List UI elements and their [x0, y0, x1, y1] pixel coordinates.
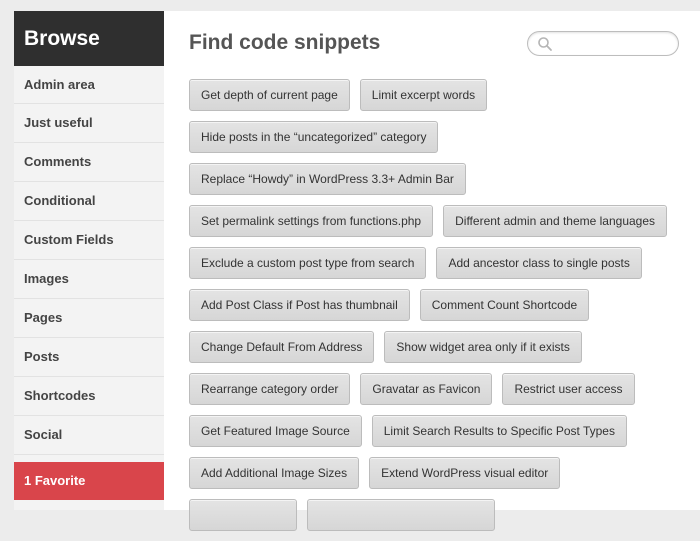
snippet-row: Add Post Class if Post has thumbnail Com…: [189, 289, 689, 321]
snippet-tag[interactable]: Add Additional Image Sizes: [189, 457, 360, 489]
snippet-row: Replace “Howdy” in WordPress 3.3+ Admin …: [189, 163, 689, 195]
snippet-tag[interactable]: Change Default From Address: [189, 331, 375, 363]
category-nav: Admin area Just useful Comments Conditio…: [14, 66, 164, 455]
nav-item-just-useful[interactable]: Just useful: [14, 104, 164, 143]
snippet-row: Exclude a custom post type from search A…: [189, 247, 689, 279]
snippet-tag[interactable]: Get Featured Image Source: [189, 415, 362, 447]
snippet-tag[interactable]: Rearrange category order: [189, 373, 351, 405]
nav-item-images[interactable]: Images: [14, 260, 164, 299]
snippet-tag[interactable]: Get depth of current page: [189, 79, 350, 111]
main-content: Find code snippets Get depth of current …: [164, 11, 700, 531]
snippet-tag[interactable]: Comment Count Shortcode: [419, 289, 590, 321]
snippet-tag[interactable]: Restrict user access: [502, 373, 635, 405]
snippet-tag[interactable]: Hide posts in the “uncategorized” catego…: [189, 121, 439, 153]
snippet-tag[interactable]: Extend WordPress visual editor: [369, 457, 561, 489]
search-input[interactable]: [556, 34, 672, 54]
page-title: Find code snippets: [189, 31, 381, 54]
nav-item-custom-fields[interactable]: Custom Fields: [14, 221, 164, 260]
snippet-tag[interactable]: Exclude a custom post type from search: [189, 247, 427, 279]
search-box[interactable]: [527, 31, 679, 56]
sidebar: Browse Admin area Just useful Comments C…: [14, 11, 164, 510]
snippet-tag[interactable]: Replace “Howdy” in WordPress 3.3+ Admin …: [189, 163, 466, 195]
nav-item-admin-area[interactable]: Admin area: [14, 66, 164, 104]
favorites-button[interactable]: 1 Favorite: [14, 462, 164, 500]
nav-item-pages[interactable]: Pages: [14, 299, 164, 338]
snippet-tag[interactable]: Gravatar as Favicon: [360, 373, 493, 405]
snippet-row: Get depth of current page Limit excerpt …: [189, 79, 689, 111]
snippet-row: Get Featured Image Source Limit Search R…: [189, 415, 689, 447]
nav-item-social[interactable]: Social: [14, 416, 164, 455]
snippet-list: Get depth of current page Limit excerpt …: [189, 79, 689, 541]
snippet-row: Change Default From Address Show widget …: [189, 331, 689, 363]
snippet-tag[interactable]: Different admin and theme languages: [443, 205, 668, 237]
search-icon: [538, 37, 552, 51]
snippet-tag[interactable]: Limit excerpt words: [359, 79, 488, 111]
snippet-row-cutoff: [189, 499, 689, 531]
snippet-tag-cutoff[interactable]: [307, 499, 495, 531]
browse-header: Browse: [14, 11, 164, 66]
nav-item-shortcodes[interactable]: Shortcodes: [14, 377, 164, 416]
snippet-tag[interactable]: Add Post Class if Post has thumbnail: [189, 289, 410, 321]
nav-item-posts[interactable]: Posts: [14, 338, 164, 377]
snippet-row: Add Additional Image Sizes Extend WordPr…: [189, 457, 689, 489]
snippet-tag[interactable]: Show widget area only if it exists: [384, 331, 582, 363]
snippet-tag[interactable]: Add ancestor class to single posts: [436, 247, 642, 279]
snippet-tag[interactable]: Limit Search Results to Specific Post Ty…: [371, 415, 627, 447]
snippet-tag-cutoff[interactable]: [189, 499, 297, 531]
snippet-row: Hide posts in the “uncategorized” catego…: [189, 121, 689, 153]
snippet-tag[interactable]: Set permalink settings from functions.ph…: [189, 205, 434, 237]
snippet-row: Set permalink settings from functions.ph…: [189, 205, 689, 237]
nav-item-comments[interactable]: Comments: [14, 143, 164, 182]
nav-item-conditional[interactable]: Conditional: [14, 182, 164, 221]
snippet-row: Rearrange category order Gravatar as Fav…: [189, 373, 689, 405]
